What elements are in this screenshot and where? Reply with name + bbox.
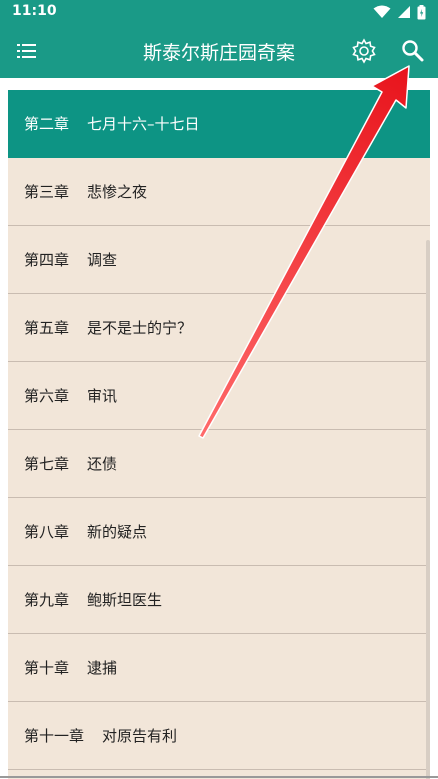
chapter-list[interactable]: 第二章 七月十六–十七日 第三章 悲惨之夜 第四章 调查 第五章 是不是士的宁？ 第六章… [8, 90, 430, 779]
chapter-item-7[interactable]: 第七章 还债 [8, 430, 430, 498]
list-scrollbar[interactable] [426, 240, 430, 779]
chapter-number: 第二章 [24, 115, 70, 133]
wifi-icon [373, 5, 391, 18]
chapter-number: 第三章 [24, 183, 70, 201]
chapter-title: 新的疑点 [87, 523, 148, 541]
chapter-title: 鲍斯坦医生 [87, 591, 163, 609]
app-bar: 斯泰尔斯庄园奇案 [0, 24, 438, 78]
chapter-title: 调查 [87, 251, 118, 269]
chapter-item-10[interactable]: 第十章 逮捕 [8, 634, 430, 702]
status-bar: 11:10 [0, 0, 438, 24]
chapter-title: 还债 [87, 455, 118, 473]
chapter-item-11[interactable]: 第十一章 对原告有利 [8, 702, 430, 770]
menu-icon [17, 44, 36, 58]
chapter-title: 对原告有利 [102, 727, 178, 745]
chapter-number: 第八章 [24, 523, 70, 541]
chapter-number: 第四章 [24, 251, 70, 269]
search-icon [402, 40, 424, 62]
bottom-divider [0, 776, 438, 778]
signal-icon [398, 6, 410, 18]
chapter-item-5[interactable]: 第五章 是不是士的宁？ [8, 294, 430, 362]
chapter-title: 是不是士的宁？ [87, 319, 193, 337]
gear-icon [352, 38, 376, 64]
status-icons [373, 4, 426, 20]
chapter-title: 审讯 [87, 387, 118, 405]
chapter-number: 第九章 [24, 591, 70, 609]
chapter-item-4[interactable]: 第四章 调查 [8, 226, 430, 294]
chapter-number: 第五章 [24, 319, 70, 337]
chapter-item-2[interactable]: 第二章 七月十六–十七日 [8, 90, 430, 158]
chapter-title: 七月十六–十七日 [87, 115, 200, 133]
chapter-item-8[interactable]: 第八章 新的疑点 [8, 498, 430, 566]
settings-button[interactable] [350, 37, 378, 65]
chapter-title: 悲惨之夜 [87, 183, 148, 201]
chapter-number: 第七章 [24, 455, 70, 473]
chapter-number: 第十一章 [24, 727, 85, 745]
search-button[interactable] [400, 38, 426, 64]
menu-button[interactable] [16, 40, 38, 62]
status-time: 11:10 [12, 3, 57, 19]
chapter-item-9[interactable]: 第九章 鲍斯坦医生 [8, 566, 430, 634]
chapter-item-3[interactable]: 第三章 悲惨之夜 [8, 158, 430, 226]
chapter-title: 逮捕 [87, 659, 118, 677]
chapter-number: 第十章 [24, 659, 70, 677]
chapter-number: 第六章 [24, 387, 70, 405]
chapter-item-6[interactable]: 第六章 审讯 [8, 362, 430, 430]
battery-icon [417, 4, 426, 19]
